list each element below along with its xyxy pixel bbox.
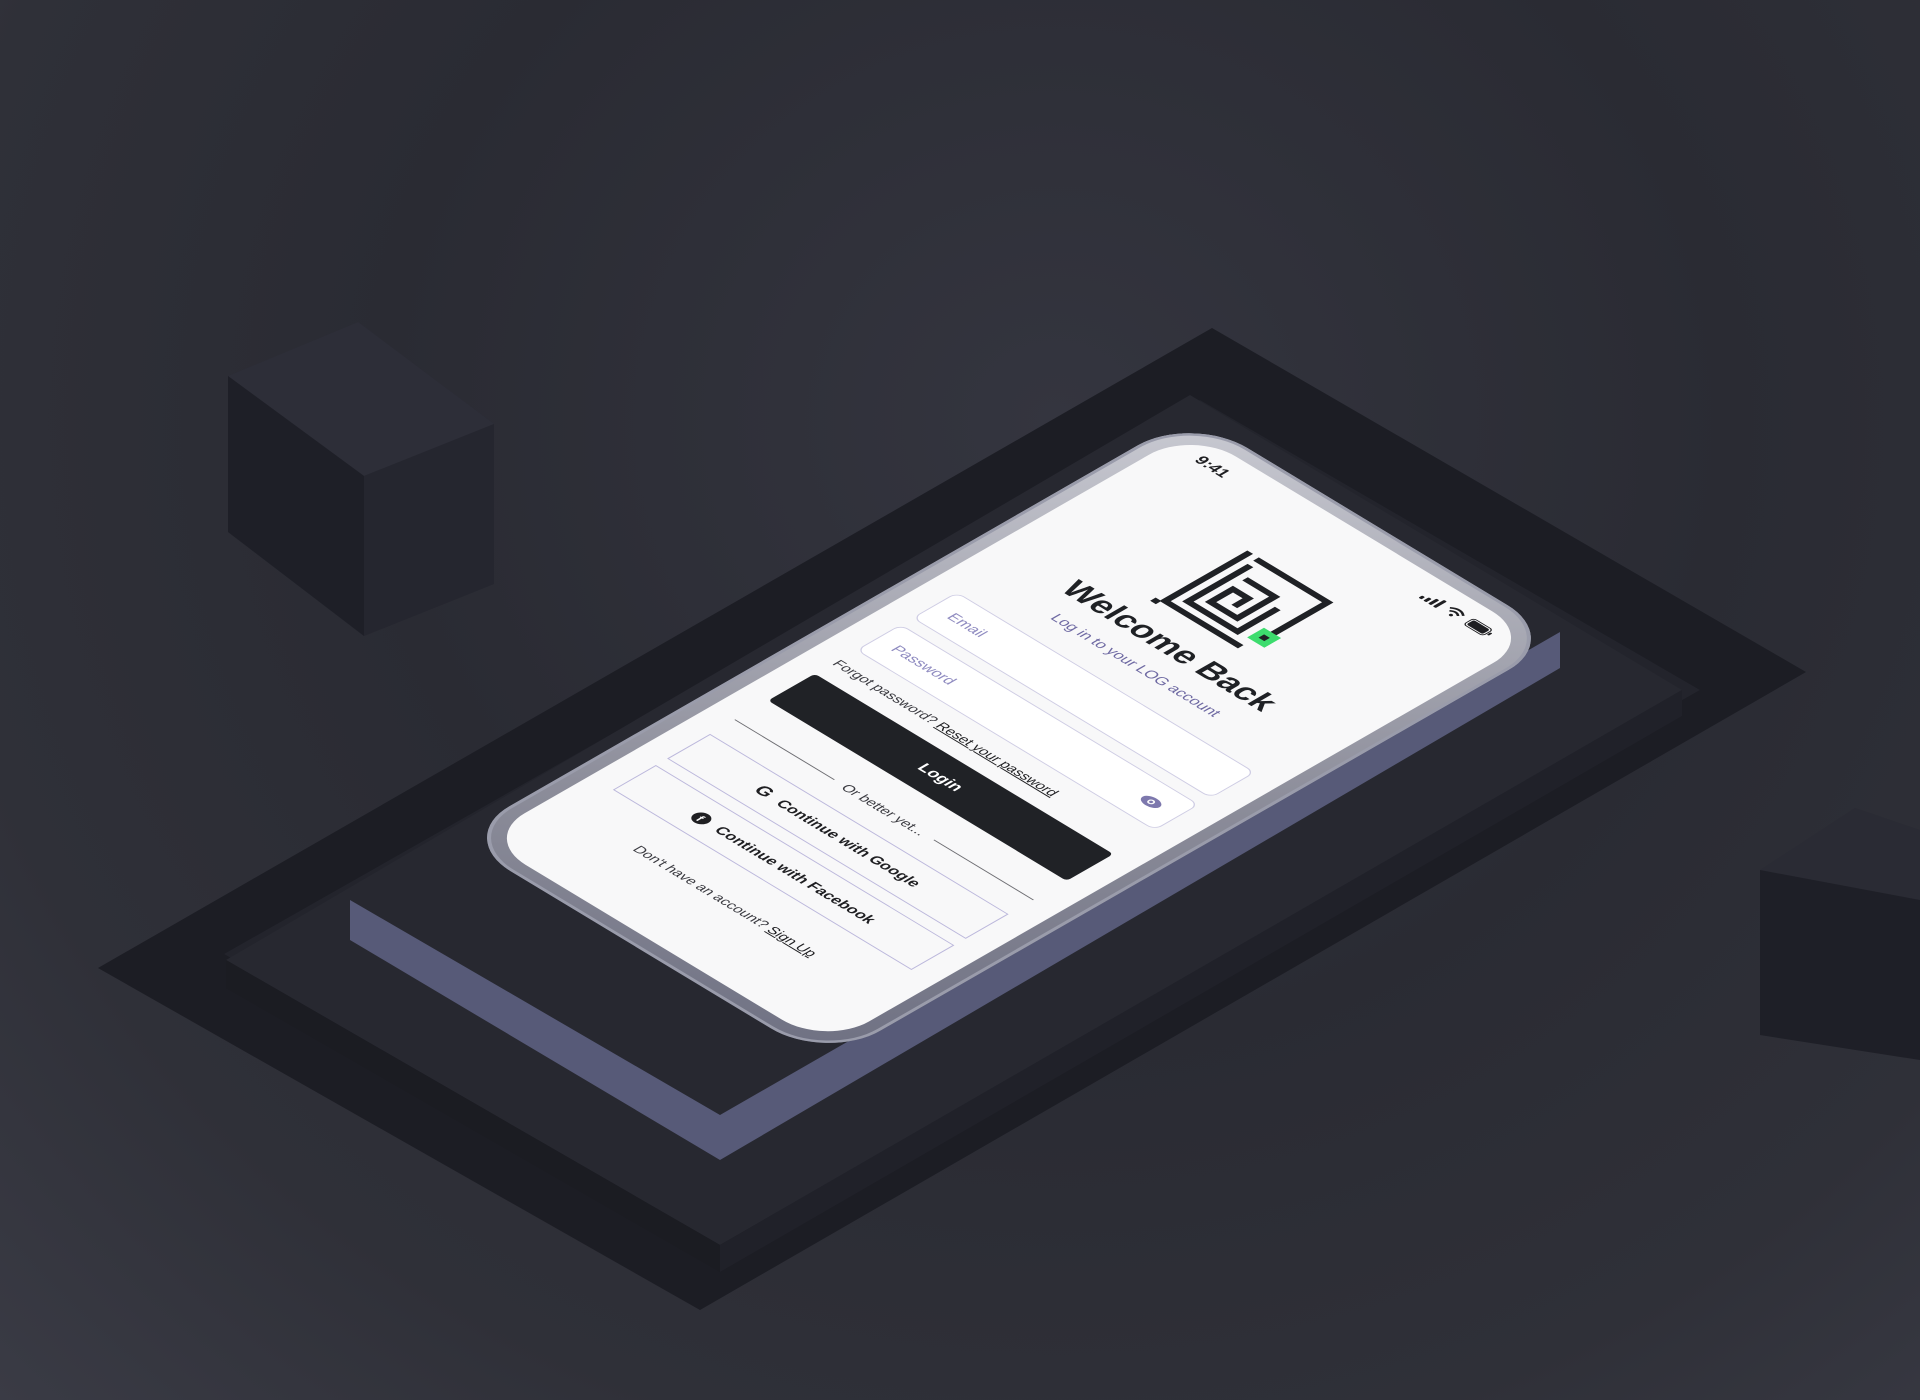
status-time: 9:41 [1189,453,1235,481]
signal-icon [1418,591,1447,609]
battery-icon [1462,618,1496,638]
cube-right-front [1760,870,1920,1060]
google-icon: G [749,782,780,801]
signup-link[interactable]: Sign Up [763,924,821,959]
wifi-icon [1441,605,1468,621]
facebook-icon: f [687,809,716,827]
